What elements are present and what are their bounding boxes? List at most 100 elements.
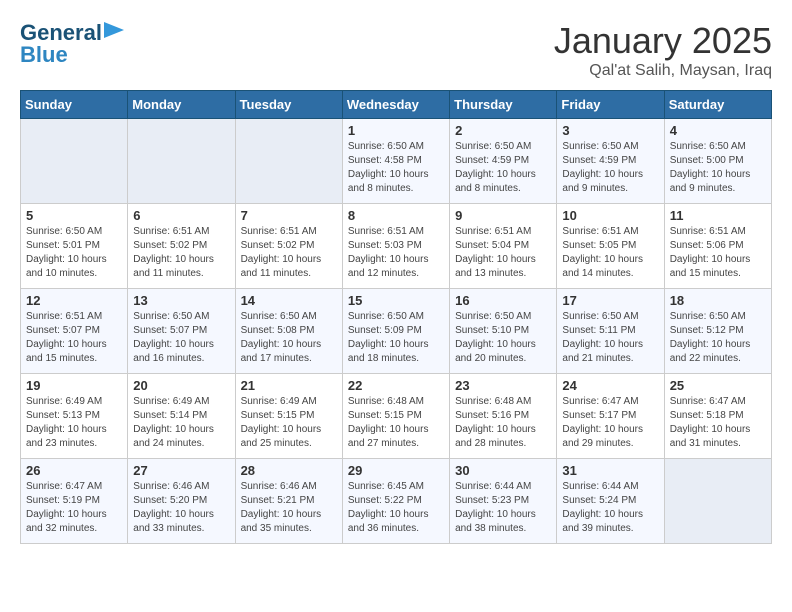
calendar-cell: 25Sunrise: 6:47 AM Sunset: 5:18 PM Dayli… (664, 374, 771, 459)
day-info: Sunrise: 6:50 AM Sunset: 5:11 PM Dayligh… (562, 310, 658, 366)
day-number: 1 (348, 123, 444, 138)
day-info: Sunrise: 6:47 AM Sunset: 5:17 PM Dayligh… (562, 395, 658, 451)
day-info: Sunrise: 6:50 AM Sunset: 5:01 PM Dayligh… (26, 225, 122, 281)
weekday-header-friday: Friday (557, 91, 664, 119)
day-info: Sunrise: 6:49 AM Sunset: 5:14 PM Dayligh… (133, 395, 229, 451)
calendar-cell: 7 Sunrise: 6:51 AM Sunset: 5:02 PM Daylig… (235, 204, 342, 289)
calendar-cell: 21 Sunrise: 6:49 AM Sunset: 5:15 PM Dayli… (235, 374, 342, 459)
calendar-cell: 6Sunrise: 6:51 AM Sunset: 5:02 PM Daylig… (128, 204, 235, 289)
day-number: 16 (455, 293, 551, 308)
calendar-cell: 13 Sunrise: 6:50 AM Sunset: 5:07 PM Dayli… (128, 289, 235, 374)
logo-general: General (20, 20, 102, 45)
day-info: Sunrise: 6:49 AM Sunset: 5:13 PM Dayligh… (26, 395, 122, 451)
calendar-cell: 22 Sunrise: 6:48 AM Sunset: 5:15 PM Dayli… (342, 374, 449, 459)
weekday-header-wednesday: Wednesday (342, 91, 449, 119)
day-info: Sunrise: 6:49 AM Sunset: 5:15 PM Dayligh… (241, 395, 337, 451)
day-info: Sunrise: 6:47 AM Sunset: 5:19 PM Dayligh… (26, 480, 122, 536)
day-info: Sunrise: 6:51 AM Sunset: 5:02 PM Dayligh… (241, 225, 337, 281)
day-number: 10 (562, 208, 658, 223)
day-info: Sunrise: 6:50 AM Sunset: 5:09 PM Dayligh… (348, 310, 444, 366)
day-number: 22 (348, 378, 444, 393)
day-number: 3 (562, 123, 658, 138)
calendar-cell: 20 Sunrise: 6:49 AM Sunset: 5:14 PM Dayli… (128, 374, 235, 459)
day-number: 8 (348, 208, 444, 223)
day-number: 19 (26, 378, 122, 393)
calendar-cell: 5 Sunrise: 6:50 AM Sunset: 5:01 PM Daylig… (21, 204, 128, 289)
calendar-cell: 15 Sunrise: 6:50 AM Sunset: 5:09 PM Dayli… (342, 289, 449, 374)
calendar-cell: 8 Sunrise: 6:51 AM Sunset: 5:03 PM Daylig… (342, 204, 449, 289)
calendar-cell: 28 Sunrise: 6:46 AM Sunset: 5:21 PM Dayli… (235, 459, 342, 544)
weekday-header-sunday: Sunday (21, 91, 128, 119)
calendar-week-5: 26 Sunrise: 6:47 AM Sunset: 5:19 PM Dayli… (21, 459, 772, 544)
calendar-cell: 18Sunrise: 6:50 AM Sunset: 5:12 PM Dayli… (664, 289, 771, 374)
day-number: 14 (241, 293, 337, 308)
day-info: Sunrise: 6:51 AM Sunset: 5:05 PM Dayligh… (562, 225, 658, 281)
day-info: Sunrise: 6:51 AM Sunset: 5:03 PM Dayligh… (348, 225, 444, 281)
day-number: 18 (670, 293, 766, 308)
weekday-header-thursday: Thursday (450, 91, 557, 119)
calendar-cell: 31 Sunrise: 6:44 AM Sunset: 5:24 PM Dayli… (557, 459, 664, 544)
calendar-cell: 16 Sunrise: 6:50 AM Sunset: 5:10 PM Dayli… (450, 289, 557, 374)
calendar-cell: 17 Sunrise: 6:50 AM Sunset: 5:11 PM Dayli… (557, 289, 664, 374)
day-number: 17 (562, 293, 658, 308)
day-info: Sunrise: 6:44 AM Sunset: 5:24 PM Dayligh… (562, 480, 658, 536)
day-info: Sunrise: 6:48 AM Sunset: 5:15 PM Dayligh… (348, 395, 444, 451)
day-number: 2 (455, 123, 551, 138)
calendar-cell: 11Sunrise: 6:51 AM Sunset: 5:06 PM Dayli… (664, 204, 771, 289)
day-number: 4 (670, 123, 766, 138)
calendar-week-4: 19 Sunrise: 6:49 AM Sunset: 5:13 PM Dayli… (21, 374, 772, 459)
title-block: January 2025 Qal'at Salih, Maysan, Iraq (554, 20, 772, 80)
day-number: 29 (348, 463, 444, 478)
day-info: Sunrise: 6:50 AM Sunset: 4:59 PM Dayligh… (562, 140, 658, 196)
day-number: 24 (562, 378, 658, 393)
calendar-header: SundayMondayTuesdayWednesdayThursdayFrid… (21, 91, 772, 119)
calendar-table: SundayMondayTuesdayWednesdayThursdayFrid… (20, 90, 772, 544)
calendar-cell: 19 Sunrise: 6:49 AM Sunset: 5:13 PM Dayli… (21, 374, 128, 459)
day-number: 6 (133, 208, 229, 223)
weekday-header-saturday: Saturday (664, 91, 771, 119)
day-info: Sunrise: 6:50 AM Sunset: 5:00 PM Dayligh… (670, 140, 766, 196)
day-number: 15 (348, 293, 444, 308)
calendar-cell (664, 459, 771, 544)
calendar-cell: 1 Sunrise: 6:50 AM Sunset: 4:58 PM Daylig… (342, 119, 449, 204)
calendar-cell: 9 Sunrise: 6:51 AM Sunset: 5:04 PM Daylig… (450, 204, 557, 289)
day-info: Sunrise: 6:50 AM Sunset: 5:10 PM Dayligh… (455, 310, 551, 366)
day-info: Sunrise: 6:47 AM Sunset: 5:18 PM Dayligh… (670, 395, 766, 451)
logo: General Blue (20, 20, 102, 68)
calendar-week-3: 12Sunrise: 6:51 AM Sunset: 5:07 PM Dayli… (21, 289, 772, 374)
day-number: 31 (562, 463, 658, 478)
day-info: Sunrise: 6:50 AM Sunset: 4:58 PM Dayligh… (348, 140, 444, 196)
day-info: Sunrise: 6:46 AM Sunset: 5:21 PM Dayligh… (241, 480, 337, 536)
calendar-cell (128, 119, 235, 204)
calendar-cell: 27 Sunrise: 6:46 AM Sunset: 5:20 PM Dayli… (128, 459, 235, 544)
day-info: Sunrise: 6:46 AM Sunset: 5:20 PM Dayligh… (133, 480, 229, 536)
page-header: General Blue January 2025 Qal'at Salih, … (20, 20, 772, 80)
day-number: 28 (241, 463, 337, 478)
calendar-cell: 24 Sunrise: 6:47 AM Sunset: 5:17 PM Dayli… (557, 374, 664, 459)
day-info: Sunrise: 6:45 AM Sunset: 5:22 PM Dayligh… (348, 480, 444, 536)
day-info: Sunrise: 6:48 AM Sunset: 5:16 PM Dayligh… (455, 395, 551, 451)
day-info: Sunrise: 6:51 AM Sunset: 5:04 PM Dayligh… (455, 225, 551, 281)
calendar-title: January 2025 (554, 20, 772, 62)
weekday-header-tuesday: Tuesday (235, 91, 342, 119)
logo-arrow-icon (104, 22, 124, 38)
day-number: 5 (26, 208, 122, 223)
day-number: 7 (241, 208, 337, 223)
calendar-cell: 26 Sunrise: 6:47 AM Sunset: 5:19 PM Dayli… (21, 459, 128, 544)
calendar-cell (235, 119, 342, 204)
day-number: 27 (133, 463, 229, 478)
day-number: 26 (26, 463, 122, 478)
day-info: Sunrise: 6:51 AM Sunset: 5:07 PM Dayligh… (26, 310, 122, 366)
day-number: 9 (455, 208, 551, 223)
calendar-cell: 3 Sunrise: 6:50 AM Sunset: 4:59 PM Daylig… (557, 119, 664, 204)
day-number: 13 (133, 293, 229, 308)
calendar-cell: 23Sunrise: 6:48 AM Sunset: 5:16 PM Dayli… (450, 374, 557, 459)
calendar-week-1: 1 Sunrise: 6:50 AM Sunset: 4:58 PM Daylig… (21, 119, 772, 204)
day-number: 30 (455, 463, 551, 478)
day-info: Sunrise: 6:50 AM Sunset: 5:07 PM Dayligh… (133, 310, 229, 366)
day-number: 20 (133, 378, 229, 393)
day-info: Sunrise: 6:50 AM Sunset: 5:08 PM Dayligh… (241, 310, 337, 366)
weekday-header-monday: Monday (128, 91, 235, 119)
day-number: 21 (241, 378, 337, 393)
day-info: Sunrise: 6:50 AM Sunset: 4:59 PM Dayligh… (455, 140, 551, 196)
